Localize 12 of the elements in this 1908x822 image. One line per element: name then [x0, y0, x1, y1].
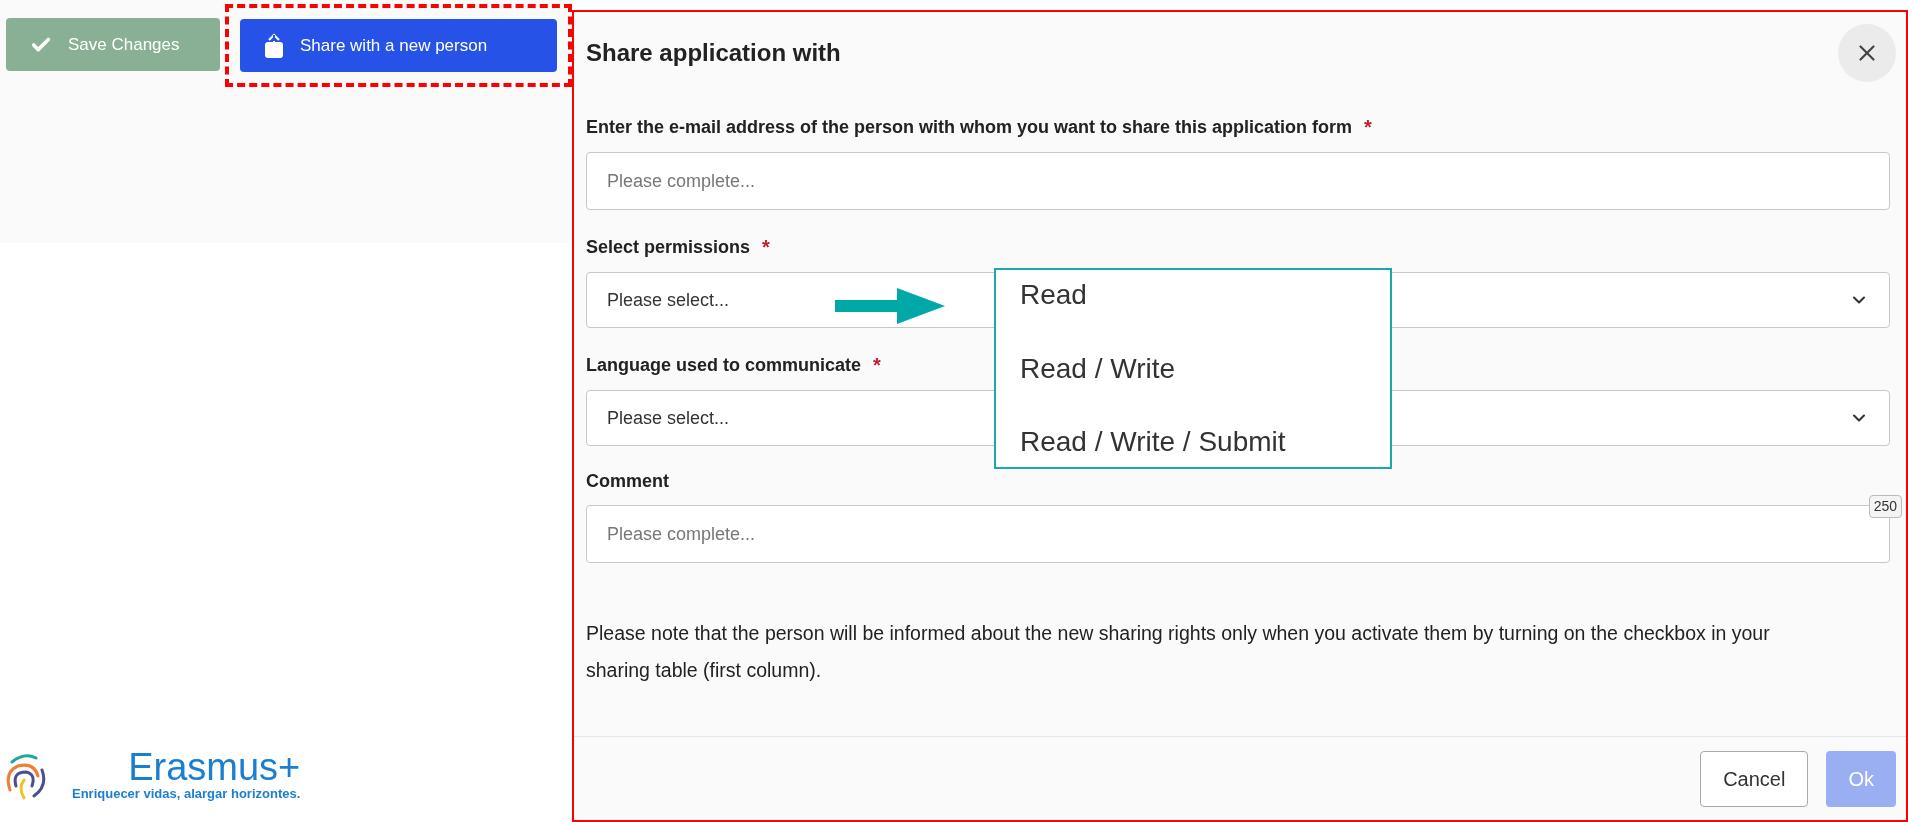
field-label: Enter the e-mail address of the person with whom you want to share this application form: [586, 115, 1353, 139]
dialog-title: Share application with: [586, 38, 841, 68]
required-marker: *: [873, 353, 881, 378]
field-label: Comment: [586, 470, 669, 493]
character-counter: 250: [1868, 495, 1902, 518]
logo-tagline: Enriquecer vidas, alargar horizontes.: [72, 785, 301, 802]
note-text: Please note that the person will be informed about the new sharing rights only when you activate them by turning on the checkbox in your sharing table (first column).: [585, 621, 1771, 683]
required-marker: *: [762, 235, 770, 260]
logo-name: Erasmus+: [128, 747, 301, 786]
field-label: Language used to communicate: [586, 353, 862, 377]
required-marker: *: [1364, 115, 1372, 140]
field-label: Select permissions: [586, 235, 751, 259]
